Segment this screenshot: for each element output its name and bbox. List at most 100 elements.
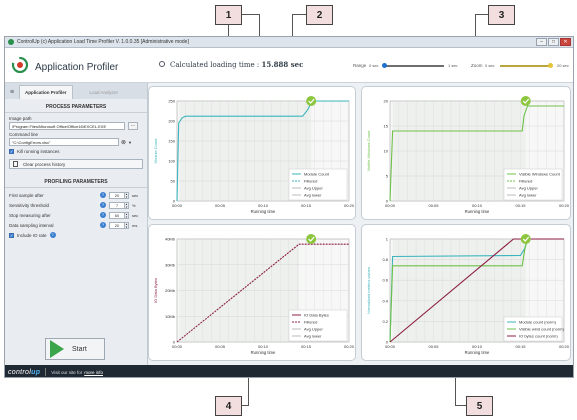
- tab-load-analyzer[interactable]: Load Analyzer: [85, 85, 124, 99]
- page-title: Application Profiler: [35, 62, 119, 73]
- window-title: ControlUp (c) Application Load Time Prof…: [17, 39, 189, 45]
- sampling-interval-stepper[interactable]: 20: [109, 221, 125, 229]
- x-tick-label: 00:10: [472, 344, 483, 349]
- x-axis-label: Running time: [251, 350, 276, 355]
- check-badge-icon: [306, 234, 317, 244]
- y-tick-label: 1: [386, 237, 389, 242]
- y-tick-label: 100: [168, 159, 175, 164]
- legend-label: Avg Upper: [304, 327, 323, 332]
- include-io-checkbox[interactable]: ✓ Include IO rate ?: [9, 232, 143, 238]
- clear-input-icon[interactable]: ⊗: [121, 139, 126, 146]
- browse-button[interactable]: ...: [128, 122, 138, 130]
- chart-module-count: 0 50 100 150 200 250 00:00 00:05 00:10 00:15 00:20…: [148, 86, 356, 220]
- app-icon: [8, 39, 14, 45]
- param-unit: %: [132, 202, 136, 208]
- param-stop-measuring: Stop measuring after ? 60 ▴ ▾ sec: [9, 211, 143, 219]
- legend-label: Visible wind count (norm): [519, 327, 565, 332]
- param-unit: sec: [132, 192, 139, 198]
- info-icon[interactable]: ?: [100, 192, 106, 198]
- chart-module-count-svg: 05010015020025000:00 00:05 00:10 00:15 00:20…: [153, 96, 355, 214]
- sensitivity-stepper[interactable]: 7: [109, 201, 125, 209]
- range-slider[interactable]: [384, 65, 444, 67]
- param-sensitivity: Sensitivity threshold ? 7 ▴ ▾ %: [9, 201, 143, 209]
- y-tick-label: 40Mb: [165, 237, 176, 242]
- clear-history-label: Clear process history: [23, 161, 66, 167]
- param-label: First sample after: [9, 192, 44, 198]
- check-badge-icon: [306, 96, 317, 106]
- callout-5: 5: [466, 396, 493, 416]
- tab-application-profiler[interactable]: Application Profiler: [19, 85, 73, 99]
- y-tick-label: 0.6: [382, 278, 388, 283]
- param-label: Stop measuring after: [9, 212, 51, 218]
- footer-separator: [45, 368, 47, 376]
- param-unit: ms: [132, 222, 138, 228]
- x-tick-label: 00:20: [559, 203, 570, 208]
- maximize-button[interactable]: □: [548, 38, 559, 46]
- app-logo-icon: [12, 57, 28, 73]
- clock-icon: [159, 61, 165, 67]
- process-parameters-title: PROCESS PARAMETERS: [5, 104, 147, 113]
- param-label: Sensitivity threshold: [9, 202, 50, 208]
- y-axis-label: IO Data Bytes: [153, 278, 158, 303]
- stop-measuring-stepper[interactable]: 60: [109, 211, 125, 219]
- callout-3-leader: [475, 14, 488, 15]
- menu-icon[interactable]: ≡: [5, 85, 19, 99]
- legend-label: IO bytes count (norm): [519, 334, 558, 339]
- command-line-input[interactable]: "C:\ConfigErrors.xlsx": [9, 138, 119, 146]
- app-header: Application Profiler Calculated loading …: [5, 48, 573, 83]
- x-axis-label: Running time: [465, 350, 490, 355]
- image-path-input[interactable]: \Program Files\Microsoft Office\Office16…: [9, 122, 125, 130]
- y-axis-label: Visible Windows Count: [366, 130, 371, 172]
- info-icon[interactable]: ?: [100, 202, 106, 208]
- command-line-label: Command line: [9, 132, 39, 137]
- y-tick-label: 10Mb: [165, 314, 176, 319]
- calc-label: Calculated loading time :: [170, 61, 260, 69]
- kill-running-checkbox[interactable]: ✓ Kill running instances: [9, 149, 143, 154]
- x-axis-label: Running time: [465, 209, 490, 214]
- legend-label: Avg Upper: [519, 186, 538, 191]
- legend-label: Filtered: [519, 179, 532, 184]
- minimize-button[interactable]: –: [536, 38, 547, 46]
- legend-label: Module Count: [304, 172, 330, 177]
- info-icon[interactable]: ?: [100, 222, 106, 228]
- clear-history-button[interactable]: Clear process history: [9, 159, 143, 169]
- x-tick-label: 00:10: [258, 344, 269, 349]
- x-tick-label: 00:00: [172, 203, 183, 208]
- chart-visible-windows: 0 5 10 15 20 00:00 00:05 00:10 00:15 00:20 Running…: [361, 86, 571, 220]
- range-slider-thumb[interactable]: [382, 63, 387, 68]
- y-tick-label: 200: [168, 119, 175, 124]
- first-sample-stepper[interactable]: 20: [109, 191, 125, 199]
- info-icon[interactable]: ?: [49, 232, 56, 238]
- range-label: Range: [353, 63, 367, 68]
- zoom-slider-thumb[interactable]: [548, 63, 553, 68]
- zoom-slider[interactable]: [500, 65, 552, 67]
- x-tick-label: 00:05: [428, 203, 439, 208]
- range-max: 1 sec: [448, 63, 458, 68]
- x-tick-label: 00:15: [301, 344, 312, 349]
- y-tick-label: 5: [386, 174, 389, 179]
- x-tick-label: 00:15: [301, 203, 312, 208]
- legend-label: Avg lower: [304, 193, 322, 198]
- legend-label: Module count (norm): [519, 320, 557, 325]
- calculated-loading-time: Calculated loading time : 15.888 sec: [170, 60, 303, 69]
- param-first-sample: First sample after ? 20 ▴ ▾ sec: [9, 191, 143, 199]
- x-tick-label: 00:15: [515, 203, 526, 208]
- brand-a: control: [8, 368, 32, 376]
- more-info-link[interactable]: more info: [84, 370, 103, 375]
- zoom-min: 0 sec: [485, 63, 495, 68]
- x-tick-label: 00:20: [344, 203, 355, 208]
- app-window: ControlUp (c) Application Load Time Prof…: [4, 36, 574, 378]
- footer-bar: controlup Visit our site for more info: [5, 365, 573, 377]
- y-tick-label: 20: [384, 99, 389, 104]
- zoom-max: 20 sec: [557, 63, 569, 68]
- callout-2-leader: [292, 14, 306, 15]
- close-button[interactable]: ✕: [560, 38, 571, 46]
- y-axis-label: Module Count: [153, 138, 158, 164]
- title-bar: ControlUp (c) Application Load Time Prof…: [5, 37, 573, 48]
- start-button[interactable]: Start: [45, 338, 105, 360]
- info-icon[interactable]: ?: [100, 212, 106, 218]
- y-tick-label: 0.4: [382, 298, 388, 303]
- y-tick-label: 150: [168, 139, 175, 144]
- chevron-down-icon[interactable]: ▼: [128, 140, 132, 145]
- callout-1: 1: [215, 5, 242, 25]
